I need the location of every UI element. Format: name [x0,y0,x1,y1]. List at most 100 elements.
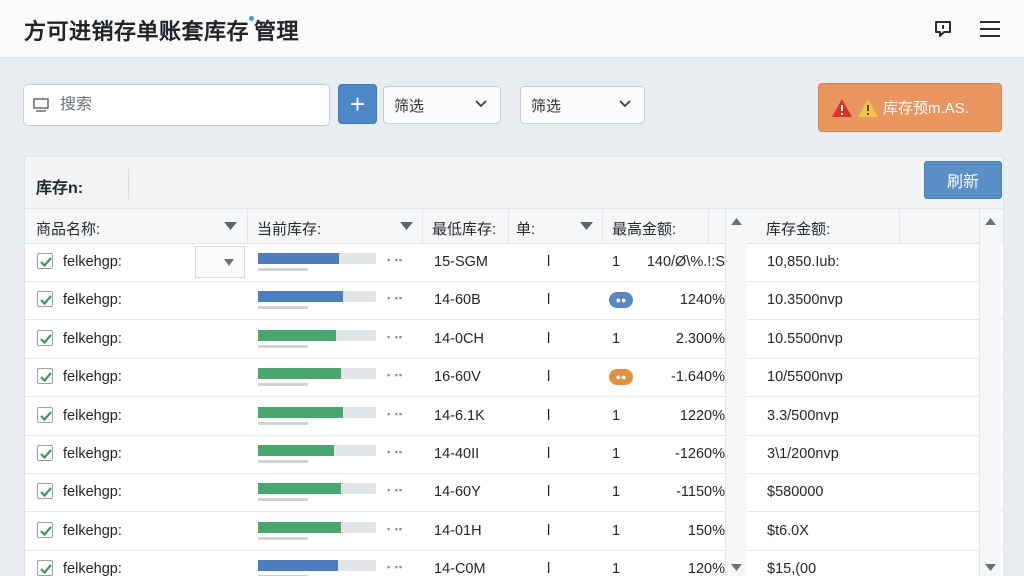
min-stock: 15-SGM [434,254,488,270]
row-checkbox[interactable] [37,521,53,538]
stock-level-bar [258,445,376,463]
refresh-button[interactable]: 刷新 [924,161,1002,199]
menu-icon[interactable] [977,16,1003,42]
checkbox-check-icon [40,526,52,536]
stock-level-fill [258,329,336,341]
checkbox-check-icon [40,295,52,306]
row-checkbox[interactable] [37,483,53,500]
row-checkbox[interactable] [37,368,53,385]
app-title: 方可进销存单账套库存 管理 [24,14,299,46]
sort-down-icon[interactable] [224,222,237,230]
sort-down-icon[interactable] [580,222,593,230]
min-stock: 14-C0M [434,561,486,576]
min-stock: 14-60Y [434,484,481,501]
filter-select-2[interactable]: 筛选 [520,86,645,124]
product-name: felkehgp: [63,446,122,462]
stock-level-fill [258,253,340,264]
warning-icon [858,98,878,117]
filter-select-1-label: 筛选 [394,97,425,115]
stock-amount: $15,(00 [767,561,817,576]
stock-level-sub [258,344,308,348]
stock-level-sub [258,421,308,425]
table-row[interactable]: felkehgp: ▪ ▪▪ 14-0CH l 1 2.300% 10.5500nvp [25,320,1003,359]
table-row[interactable]: felkehgp: ▪ ▪▪ 14-60B l ●● 1240% 10.3500nvp [25,282,1003,321]
qty: 1 [612,330,621,347]
row-dropdown[interactable] [195,246,245,278]
scroll-up-icon[interactable] [731,218,742,225]
scroll-down-icon[interactable] [985,564,996,571]
stock-level-dots: ▪ ▪▪ [387,255,404,265]
qty: 1 [612,407,621,424]
table-row[interactable]: felkehgp: ▪ ▪▪ 14-40II l 1 -1260% 3\1/200nvp [25,436,1003,474]
table-row[interactable]: felkehgp: ▪ ▪▪ 14-6.1K l 1 1220% 3.3/500nvp [25,397,1003,436]
stock-amount: 3\1/200nvp [767,446,839,462]
product-name: felkehgp: [63,484,122,501]
product-name: felkehgp: [63,369,122,386]
filter-select-2-label: 筛选 [531,97,562,115]
checkbox-check-icon [40,372,52,383]
row-checkbox[interactable] [37,291,53,308]
max-amount: 1240% [679,292,725,309]
stock-level-fill [258,483,341,495]
table-row[interactable]: felkehgp: ▪ ▪▪ 15-SGM l 1 140/Ø\%.!:S 10,850.I… [25,244,1003,282]
scroll-down-icon[interactable] [731,564,742,571]
qty: 1 [612,561,621,576]
qty: 1 [612,522,621,539]
stock-level-dots: ▪ ▪▪ [387,447,404,457]
scroll-up-icon[interactable] [985,218,996,225]
chevron-down-icon [224,259,234,266]
max-amount: -1150% [676,484,725,501]
table-row[interactable]: felkehgp: ▪ ▪▪ 14-60Y l 1 -1150% $580000 [25,474,1003,513]
col-header-stock[interactable]: 当前库存: [257,218,321,239]
unit: l [547,561,551,576]
divider [128,169,129,199]
max-amount: 1220% [679,407,725,424]
table-row[interactable]: felkehgp: ▪ ▪▪ 14-01H l 1 150% $t6.0X [25,512,1003,551]
row-checkbox[interactable] [37,560,53,576]
product-name: felkehgp: [63,292,122,309]
table-header: 商品名称: 当前库存: 最低库存: 单: 最高金额: 库存金额: [25,209,1003,244]
status-badge: ●● [609,292,633,309]
checkbox-check-icon [40,449,52,460]
chevron-down-icon [619,100,631,108]
max-amount: -1.640% [670,369,725,386]
product-name: felkehgp: [63,407,122,424]
stock-level-bar [258,291,376,310]
stock-warning-button[interactable]: 库存预​m.AS. [818,83,1002,132]
search-input[interactable] [60,96,300,114]
stock-level-fill [258,521,341,533]
col-header-name[interactable]: 商品名称: [36,218,100,239]
stock-level-dots: ▪ ▪▪ [387,485,404,496]
warning-label: 库存预​m.AS. [883,100,969,117]
col-header-min[interactable]: 最低库存: [432,218,496,239]
stock-amount: 10/5500nvp [767,369,843,386]
col-header-amount[interactable]: 库存金额: [766,218,830,239]
chat-icon[interactable] [930,16,956,42]
table-row[interactable]: felkehgp: ▪ ▪▪ 14-C0M l 1 120% $15,(00 [25,551,1003,576]
stock-level-bar [258,560,376,576]
status-badge: ●● [609,369,633,386]
table-row[interactable]: felkehgp: ▪ ▪▪ 16-60V l ●● -1.640% 10/5500nvp [25,359,1003,398]
filter-select-1[interactable]: 筛选 [383,86,501,124]
row-checkbox[interactable] [37,329,53,346]
stock-level-sub [258,460,308,463]
min-stock: 14-0CH [434,330,484,347]
col-header-unit[interactable]: 单: [516,218,535,239]
title-bar: 方可进销存单账套库存 管理 [0,0,1024,58]
sort-down-icon[interactable] [400,222,413,230]
stock-amount: 10.3500nvp [767,292,843,309]
unit: l [547,484,551,501]
scrollbar-right[interactable] [979,209,1001,576]
add-button[interactable]: + [338,84,377,124]
qty: 1 [612,446,621,462]
search-box[interactable] [23,84,330,126]
checkbox-check-icon [40,257,52,268]
product-name: felkehgp: [63,522,122,539]
stock-amount: 3.3/500nvp [767,407,839,424]
scrollbar-mid[interactable] [725,209,747,576]
min-stock: 14-6.1K [434,407,485,424]
row-checkbox[interactable] [37,253,53,269]
row-checkbox[interactable] [37,406,53,423]
row-checkbox[interactable] [37,445,53,461]
col-header-max[interactable]: 最高金额: [612,218,676,239]
